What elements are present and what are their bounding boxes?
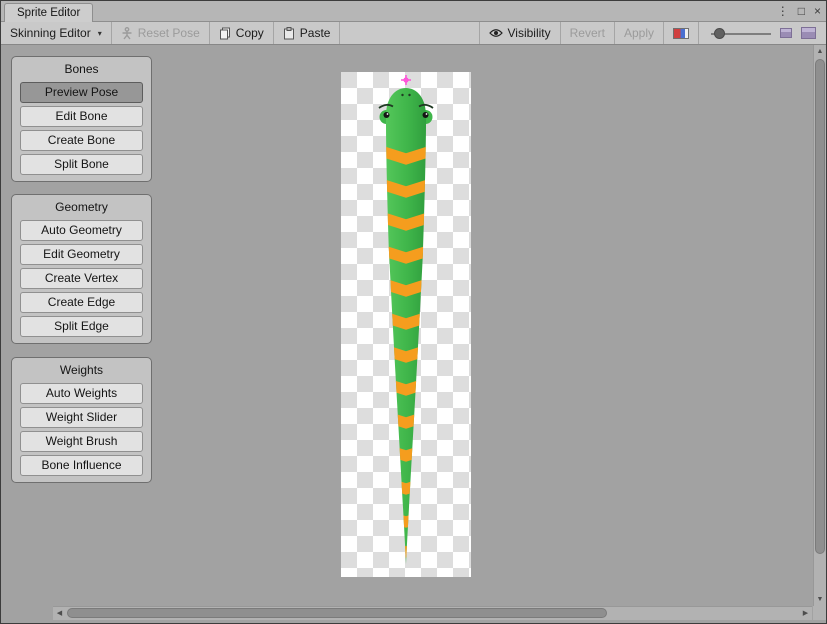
scroll-down-arrow-icon[interactable]: ▼ — [814, 593, 826, 606]
tab-title: Sprite Editor — [17, 7, 80, 19]
transparency-checkerboard — [341, 72, 471, 577]
scroll-left-arrow-icon[interactable]: ◀ — [53, 607, 66, 620]
vertical-scrollbar-thumb[interactable] — [815, 59, 825, 554]
bone-gizmo-marker[interactable] — [401, 75, 411, 85]
copy-button[interactable]: Copy — [210, 22, 274, 44]
tab-sprite-editor[interactable]: Sprite Editor — [4, 3, 93, 22]
scroll-up-arrow-icon[interactable]: ▲ — [814, 45, 826, 58]
geometry-panel-title: Geometry — [20, 198, 143, 217]
bones-panel: Bones Preview Pose Edit Bone Create Bone… — [11, 56, 152, 182]
color-mode-icon — [673, 28, 689, 39]
paste-label: Paste — [300, 26, 331, 40]
weights-panel-title: Weights — [20, 361, 143, 380]
split-bone-button[interactable]: Split Bone — [20, 154, 143, 175]
maximize-icon[interactable]: □ — [798, 1, 805, 22]
visibility-button[interactable]: Visibility — [479, 22, 560, 44]
revert-button[interactable]: Revert — [560, 22, 614, 44]
apply-label: Apply — [624, 26, 654, 40]
auto-geometry-button[interactable]: Auto Geometry — [20, 220, 143, 241]
apply-button[interactable]: Apply — [614, 22, 663, 44]
large-texture-icon — [801, 27, 816, 39]
scrollbar-corner — [813, 606, 826, 620]
scroll-right-arrow-icon[interactable]: ▶ — [799, 607, 812, 620]
split-edge-button[interactable]: Split Edge — [20, 316, 143, 337]
visibility-label: Visibility — [508, 26, 551, 40]
create-vertex-button[interactable]: Create Vertex — [20, 268, 143, 289]
copy-icon — [219, 27, 231, 40]
close-icon[interactable]: × — [814, 1, 821, 22]
visibility-eye-icon — [489, 28, 503, 38]
bones-panel-title: Bones — [20, 60, 143, 79]
horizontal-scrollbar-thumb[interactable] — [67, 608, 607, 618]
skinning-editor-dropdown[interactable]: Skinning Editor ▾ — [1, 22, 112, 44]
horizontal-scrollbar[interactable]: ◀ ▶ — [53, 606, 812, 620]
paste-icon — [283, 27, 295, 40]
zoom-slider[interactable] — [711, 27, 771, 40]
zoom-slider-knob[interactable] — [714, 28, 725, 39]
bone-influence-button[interactable]: Bone Influence — [20, 455, 143, 476]
weight-slider-button[interactable]: Weight Slider — [20, 407, 143, 428]
snake-sprite[interactable] — [341, 72, 471, 577]
color-mode-button[interactable] — [663, 22, 698, 44]
reset-pose-label: Reset Pose — [138, 26, 200, 40]
small-texture-icon — [780, 28, 792, 38]
kebab-menu-icon[interactable]: ⋮ — [777, 1, 789, 22]
weight-brush-button[interactable]: Weight Brush — [20, 431, 143, 452]
auto-weights-button[interactable]: Auto Weights — [20, 383, 143, 404]
create-bone-button[interactable]: Create Bone — [20, 130, 143, 151]
reset-pose-icon — [121, 27, 133, 40]
revert-label: Revert — [570, 26, 605, 40]
toolbar: Skinning Editor ▾ Reset Pose Copy — [1, 22, 826, 45]
copy-label: Copy — [236, 26, 264, 40]
skinning-editor-label: Skinning Editor — [10, 26, 91, 40]
titlebar: Sprite Editor ⋮ □ × — [1, 1, 826, 22]
edit-bone-button[interactable]: Edit Bone — [20, 106, 143, 127]
vertical-scrollbar[interactable]: ▲ ▼ — [813, 45, 826, 606]
weights-panel: Weights Auto Weights Weight Slider Weigh… — [11, 357, 152, 483]
toolbar-spacer — [340, 22, 478, 44]
paste-button[interactable]: Paste — [274, 22, 341, 44]
zoom-slider-area — [698, 22, 826, 44]
create-edge-button[interactable]: Create Edge — [20, 292, 143, 313]
window-controls: ⋮ □ × — [777, 1, 821, 22]
edit-geometry-button[interactable]: Edit Geometry — [20, 244, 143, 265]
dropdown-arrow-icon: ▾ — [98, 29, 102, 38]
preview-pose-button[interactable]: Preview Pose — [20, 82, 143, 103]
geometry-panel: Geometry Auto Geometry Edit Geometry Cre… — [11, 194, 152, 344]
sprite-editor-window: Sprite Editor ⋮ □ × Skinning Editor ▾ Re… — [0, 0, 827, 624]
reset-pose-button[interactable]: Reset Pose — [112, 22, 210, 44]
